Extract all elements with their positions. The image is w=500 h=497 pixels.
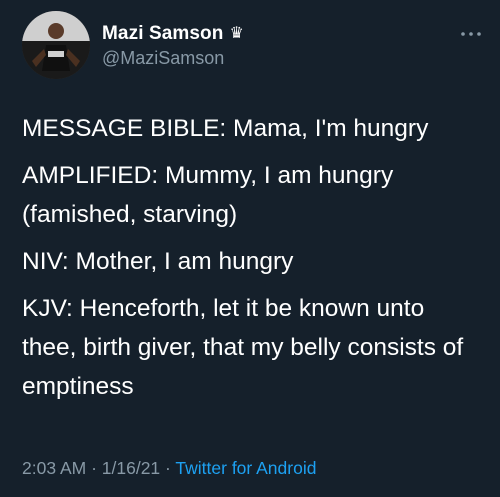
tweet-meta: 2:03 AM · 1/16/21 · Twitter for Android bbox=[22, 458, 316, 479]
tweet-paragraph: AMPLIFIED: Mummy, I am hungry (famished,… bbox=[22, 162, 394, 228]
display-name[interactable]: Mazi Samson bbox=[102, 23, 223, 45]
tweet-paragraph: MESSAGE BIBLE: Mama, I'm hungry bbox=[22, 115, 429, 142]
meta-separator: · bbox=[86, 458, 102, 478]
tweet-time[interactable]: 2:03 AM bbox=[22, 458, 86, 478]
tweet-source-link[interactable]: Twitter for Android bbox=[175, 458, 316, 478]
more-options-icon[interactable] bbox=[460, 29, 482, 39]
user-handle[interactable]: @MaziSamson bbox=[102, 48, 244, 69]
display-name-row: Mazi Samson ♛ bbox=[102, 22, 244, 46]
tweet-body: MESSAGE BIBLE: Mama, I'm hungry AMPLIFIE… bbox=[22, 109, 482, 414]
tweet-paragraph: KJV: Henceforth, let it be known unto th… bbox=[22, 295, 464, 400]
tweet-header: Mazi Samson ♛ @MaziSamson bbox=[22, 11, 482, 81]
meta-separator: · bbox=[160, 458, 176, 478]
crown-icon: ♛ bbox=[229, 25, 244, 42]
avatar-image bbox=[22, 11, 90, 79]
tweet-card: Mazi Samson ♛ @MaziSamson MESSAGE BIBLE:… bbox=[0, 0, 500, 497]
user-info[interactable]: Mazi Samson ♛ @MaziSamson bbox=[102, 22, 244, 69]
avatar[interactable] bbox=[22, 11, 90, 79]
tweet-paragraph: NIV: Mother, I am hungry bbox=[22, 248, 294, 275]
tweet-date[interactable]: 1/16/21 bbox=[102, 458, 160, 478]
